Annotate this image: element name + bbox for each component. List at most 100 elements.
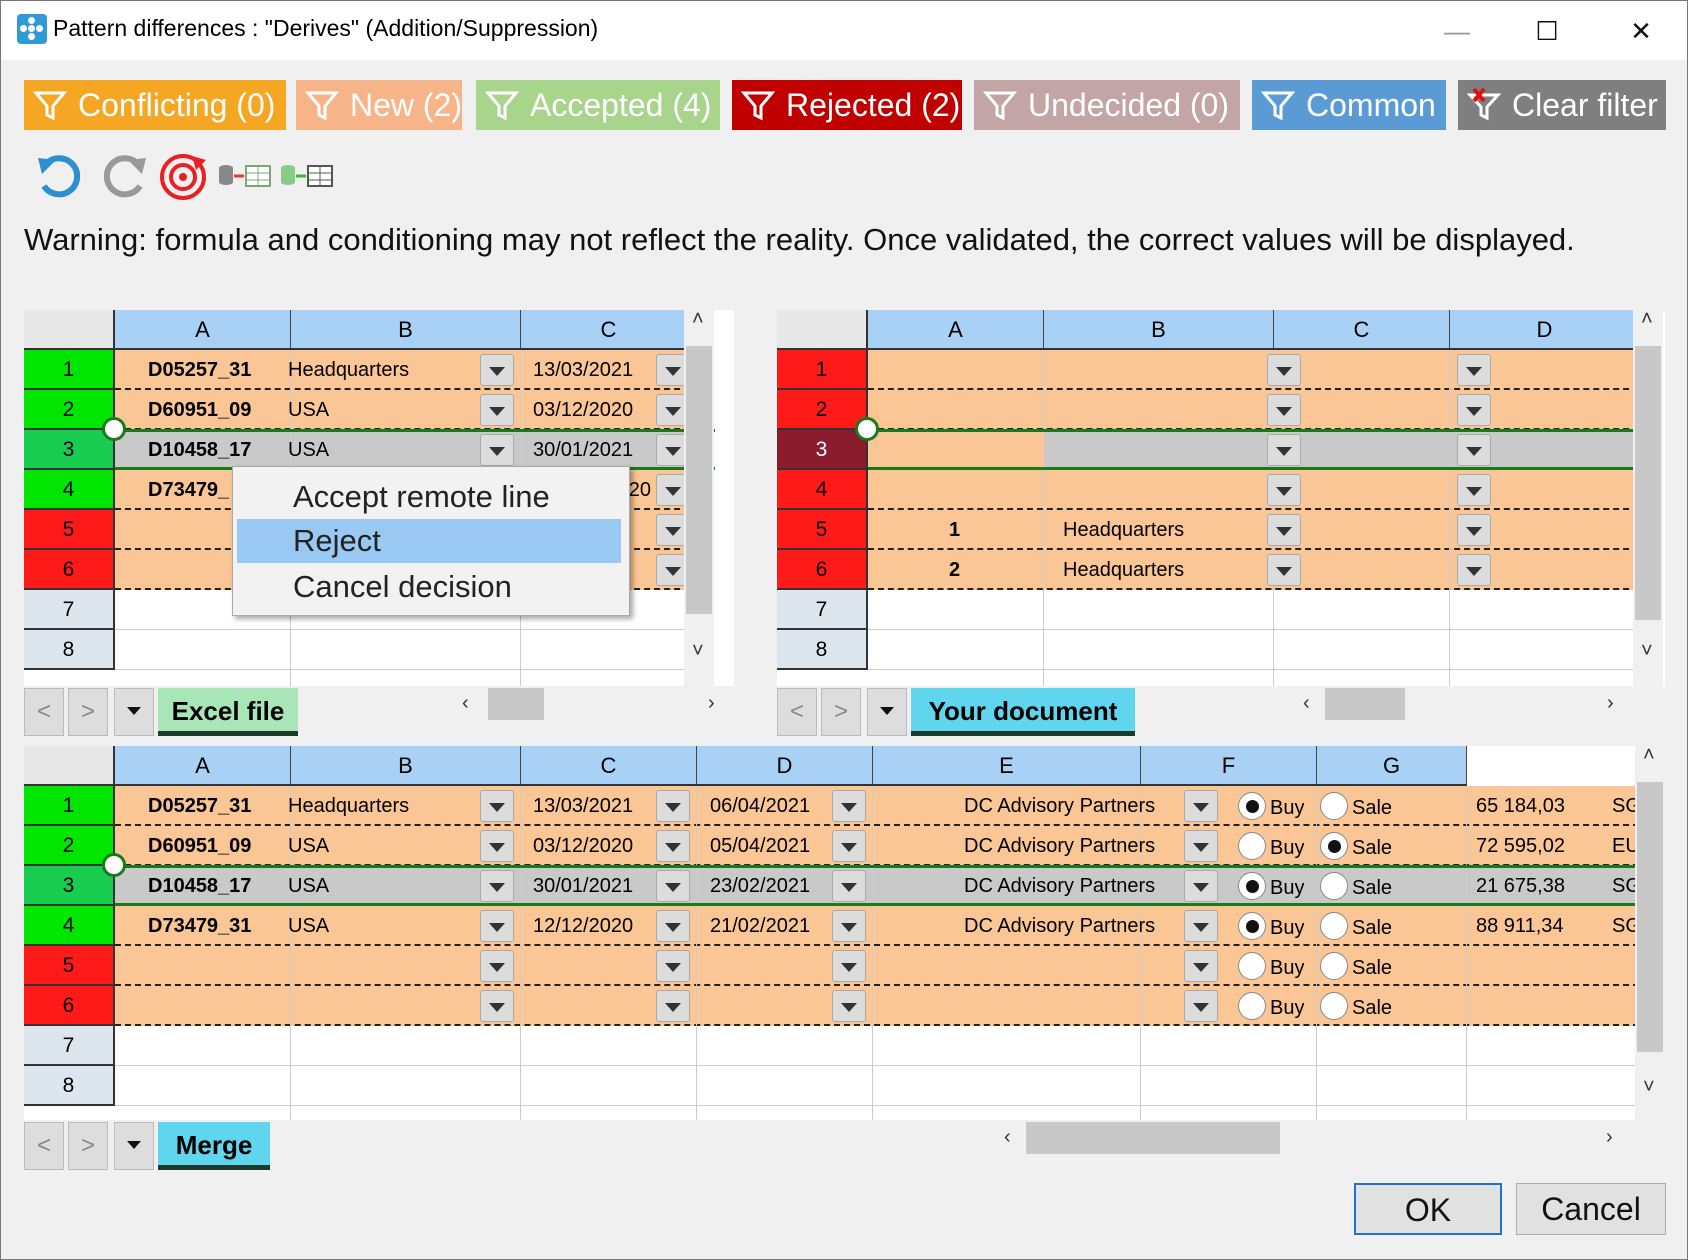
cell-b[interactable]: Headquarters — [288, 786, 409, 826]
dropdown-button[interactable] — [832, 990, 866, 1022]
column-header-e[interactable]: E — [873, 746, 1141, 786]
column-header-c[interactable]: C — [1274, 310, 1450, 350]
cancel-button[interactable]: Cancel — [1516, 1183, 1666, 1235]
cell-a[interactable]: D10458_17 — [148, 866, 251, 906]
row-header-2[interactable]: 2 — [24, 826, 115, 866]
cell-a[interactable]: 1 — [949, 510, 960, 550]
undo-icon[interactable] — [34, 150, 86, 202]
dropdown-button[interactable] — [1267, 434, 1301, 466]
column-header-a[interactable]: A — [115, 746, 291, 786]
dropdown-button[interactable] — [832, 790, 866, 822]
cell-a[interactable]: D73479_31 — [148, 906, 251, 946]
column-header-b[interactable]: B — [291, 746, 521, 786]
column-header-d[interactable]: D — [1450, 310, 1640, 350]
dropdown-button[interactable] — [1267, 474, 1301, 506]
left-hscroll[interactable] — [488, 688, 718, 720]
cell-c[interactable]: 30/01/2021 — [533, 430, 633, 470]
cell-a[interactable]: 2 — [949, 550, 960, 590]
dropdown-button[interactable] — [656, 790, 690, 822]
scroll-thumb[interactable] — [1635, 346, 1661, 620]
row-header-6[interactable]: 6 — [777, 550, 868, 590]
menu-item-accept-remote-line[interactable]: Accept remote line — [237, 475, 621, 519]
merge-vscroll[interactable]: ˄ ˅ — [1635, 746, 1665, 1120]
scroll-right-icon[interactable]: › — [708, 692, 715, 715]
row-header-1[interactable]: 1 — [24, 350, 115, 390]
row-header-4[interactable]: 4 — [777, 470, 868, 510]
dropdown-button[interactable] — [480, 434, 514, 466]
scroll-up-icon[interactable]: ˄ — [1641, 310, 1653, 331]
radio-sale[interactable] — [1320, 832, 1348, 860]
row-header-7[interactable]: 7 — [777, 590, 868, 630]
left-vscroll[interactable]: ˄ ˅ — [684, 310, 714, 686]
next-sheet-button[interactable]: > — [68, 688, 108, 736]
merge-grid[interactable]: A B C D E F G 1 2 3 4 5 6 7 8 D05257_31 Headquarters 13/0… — [24, 746, 1665, 1120]
tab-excel-file[interactable]: Excel file — [158, 688, 298, 736]
ok-button[interactable]: OK — [1354, 1183, 1502, 1235]
radio-sale[interactable] — [1320, 872, 1348, 900]
table-row[interactable] — [115, 946, 1639, 986]
row-header-2[interactable]: 2 — [777, 390, 868, 430]
right-vscroll[interactable]: ˄ ˅ — [1633, 310, 1663, 686]
dropdown-button[interactable] — [1267, 354, 1301, 386]
filter-accepted-button[interactable]: Accepted (4) — [476, 80, 720, 130]
radio-buy[interactable] — [1238, 872, 1266, 900]
prev-sheet-button[interactable]: < — [24, 1122, 64, 1170]
table-row[interactable] — [115, 826, 1639, 866]
table-row[interactable] — [115, 986, 1639, 1026]
radio-buy[interactable] — [1238, 992, 1266, 1020]
dropdown-button[interactable] — [480, 790, 514, 822]
cell-b[interactable]: USA — [288, 390, 329, 430]
radio-sale[interactable] — [1320, 992, 1348, 1020]
cell-b[interactable]: USA — [288, 866, 329, 906]
table-row[interactable] — [115, 906, 1639, 946]
cell-e[interactable]: DC Advisory Partners — [964, 906, 1155, 946]
cell-a[interactable]: D10458_17 — [148, 430, 251, 470]
cell-c[interactable]: 03/12/2020 — [533, 826, 633, 866]
right-hscroll[interactable] — [1325, 688, 1625, 720]
row-header-8[interactable]: 8 — [777, 630, 868, 670]
prev-sheet-button[interactable]: < — [777, 688, 817, 736]
table-row[interactable] — [868, 510, 1639, 550]
sheet-list-dropdown[interactable] — [867, 688, 907, 736]
dropdown-button[interactable] — [832, 910, 866, 942]
scroll-right-icon[interactable]: › — [1607, 692, 1614, 715]
filter-common-button[interactable]: Common — [1252, 80, 1446, 130]
radio-sale[interactable] — [1320, 792, 1348, 820]
radio-buy[interactable] — [1238, 952, 1266, 980]
scroll-left-icon[interactable]: ‹ — [1303, 692, 1310, 715]
cell-e[interactable]: DC Advisory Partners — [964, 786, 1155, 826]
dropdown-button[interactable] — [480, 394, 514, 426]
dropdown-button[interactable] — [656, 870, 690, 902]
dropdown-button[interactable] — [1457, 394, 1491, 426]
column-header-c[interactable]: C — [521, 310, 697, 350]
row-header-6[interactable]: 6 — [24, 550, 115, 590]
tab-merge[interactable]: Merge — [158, 1122, 270, 1170]
row-header-2[interactable]: 2 — [24, 390, 115, 430]
scroll-down-icon[interactable]: ˅ — [1641, 640, 1653, 663]
column-header-c[interactable]: C — [521, 746, 697, 786]
dropdown-button[interactable] — [1457, 354, 1491, 386]
dropdown-button[interactable] — [832, 830, 866, 862]
dropdown-button[interactable] — [1457, 474, 1491, 506]
cell-e[interactable]: DC Advisory Partners — [964, 826, 1155, 866]
dropdown-button[interactable] — [1457, 514, 1491, 546]
column-header-b[interactable]: B — [1044, 310, 1274, 350]
db-to-table-green-icon[interactable] — [280, 162, 336, 214]
dropdown-button[interactable] — [1267, 554, 1301, 586]
row-header-3[interactable]: 3 — [24, 430, 115, 470]
cell-b[interactable]: USA — [288, 826, 329, 866]
merge-hscroll[interactable] — [1026, 1122, 1616, 1154]
filter-rejected-button[interactable]: Rejected (2) — [732, 80, 962, 130]
radio-sale[interactable] — [1320, 952, 1348, 980]
tab-your-document[interactable]: Your document — [911, 688, 1135, 736]
redo-icon[interactable] — [98, 150, 150, 202]
dropdown-button[interactable] — [1184, 790, 1218, 822]
dropdown-button[interactable] — [1184, 870, 1218, 902]
cell-b[interactable]: USA — [288, 906, 329, 946]
your-document-grid[interactable]: A B C D 1 2 3 4 5 6 7 8 1 Headquarters 2 Headquarters ˄ ˅ — [777, 310, 1665, 686]
cell-c[interactable]: 12/12/2020 — [533, 906, 633, 946]
scroll-left-icon[interactable]: ‹ — [462, 692, 469, 715]
dropdown-button[interactable] — [832, 870, 866, 902]
dropdown-button[interactable] — [480, 990, 514, 1022]
dropdown-button[interactable] — [480, 910, 514, 942]
